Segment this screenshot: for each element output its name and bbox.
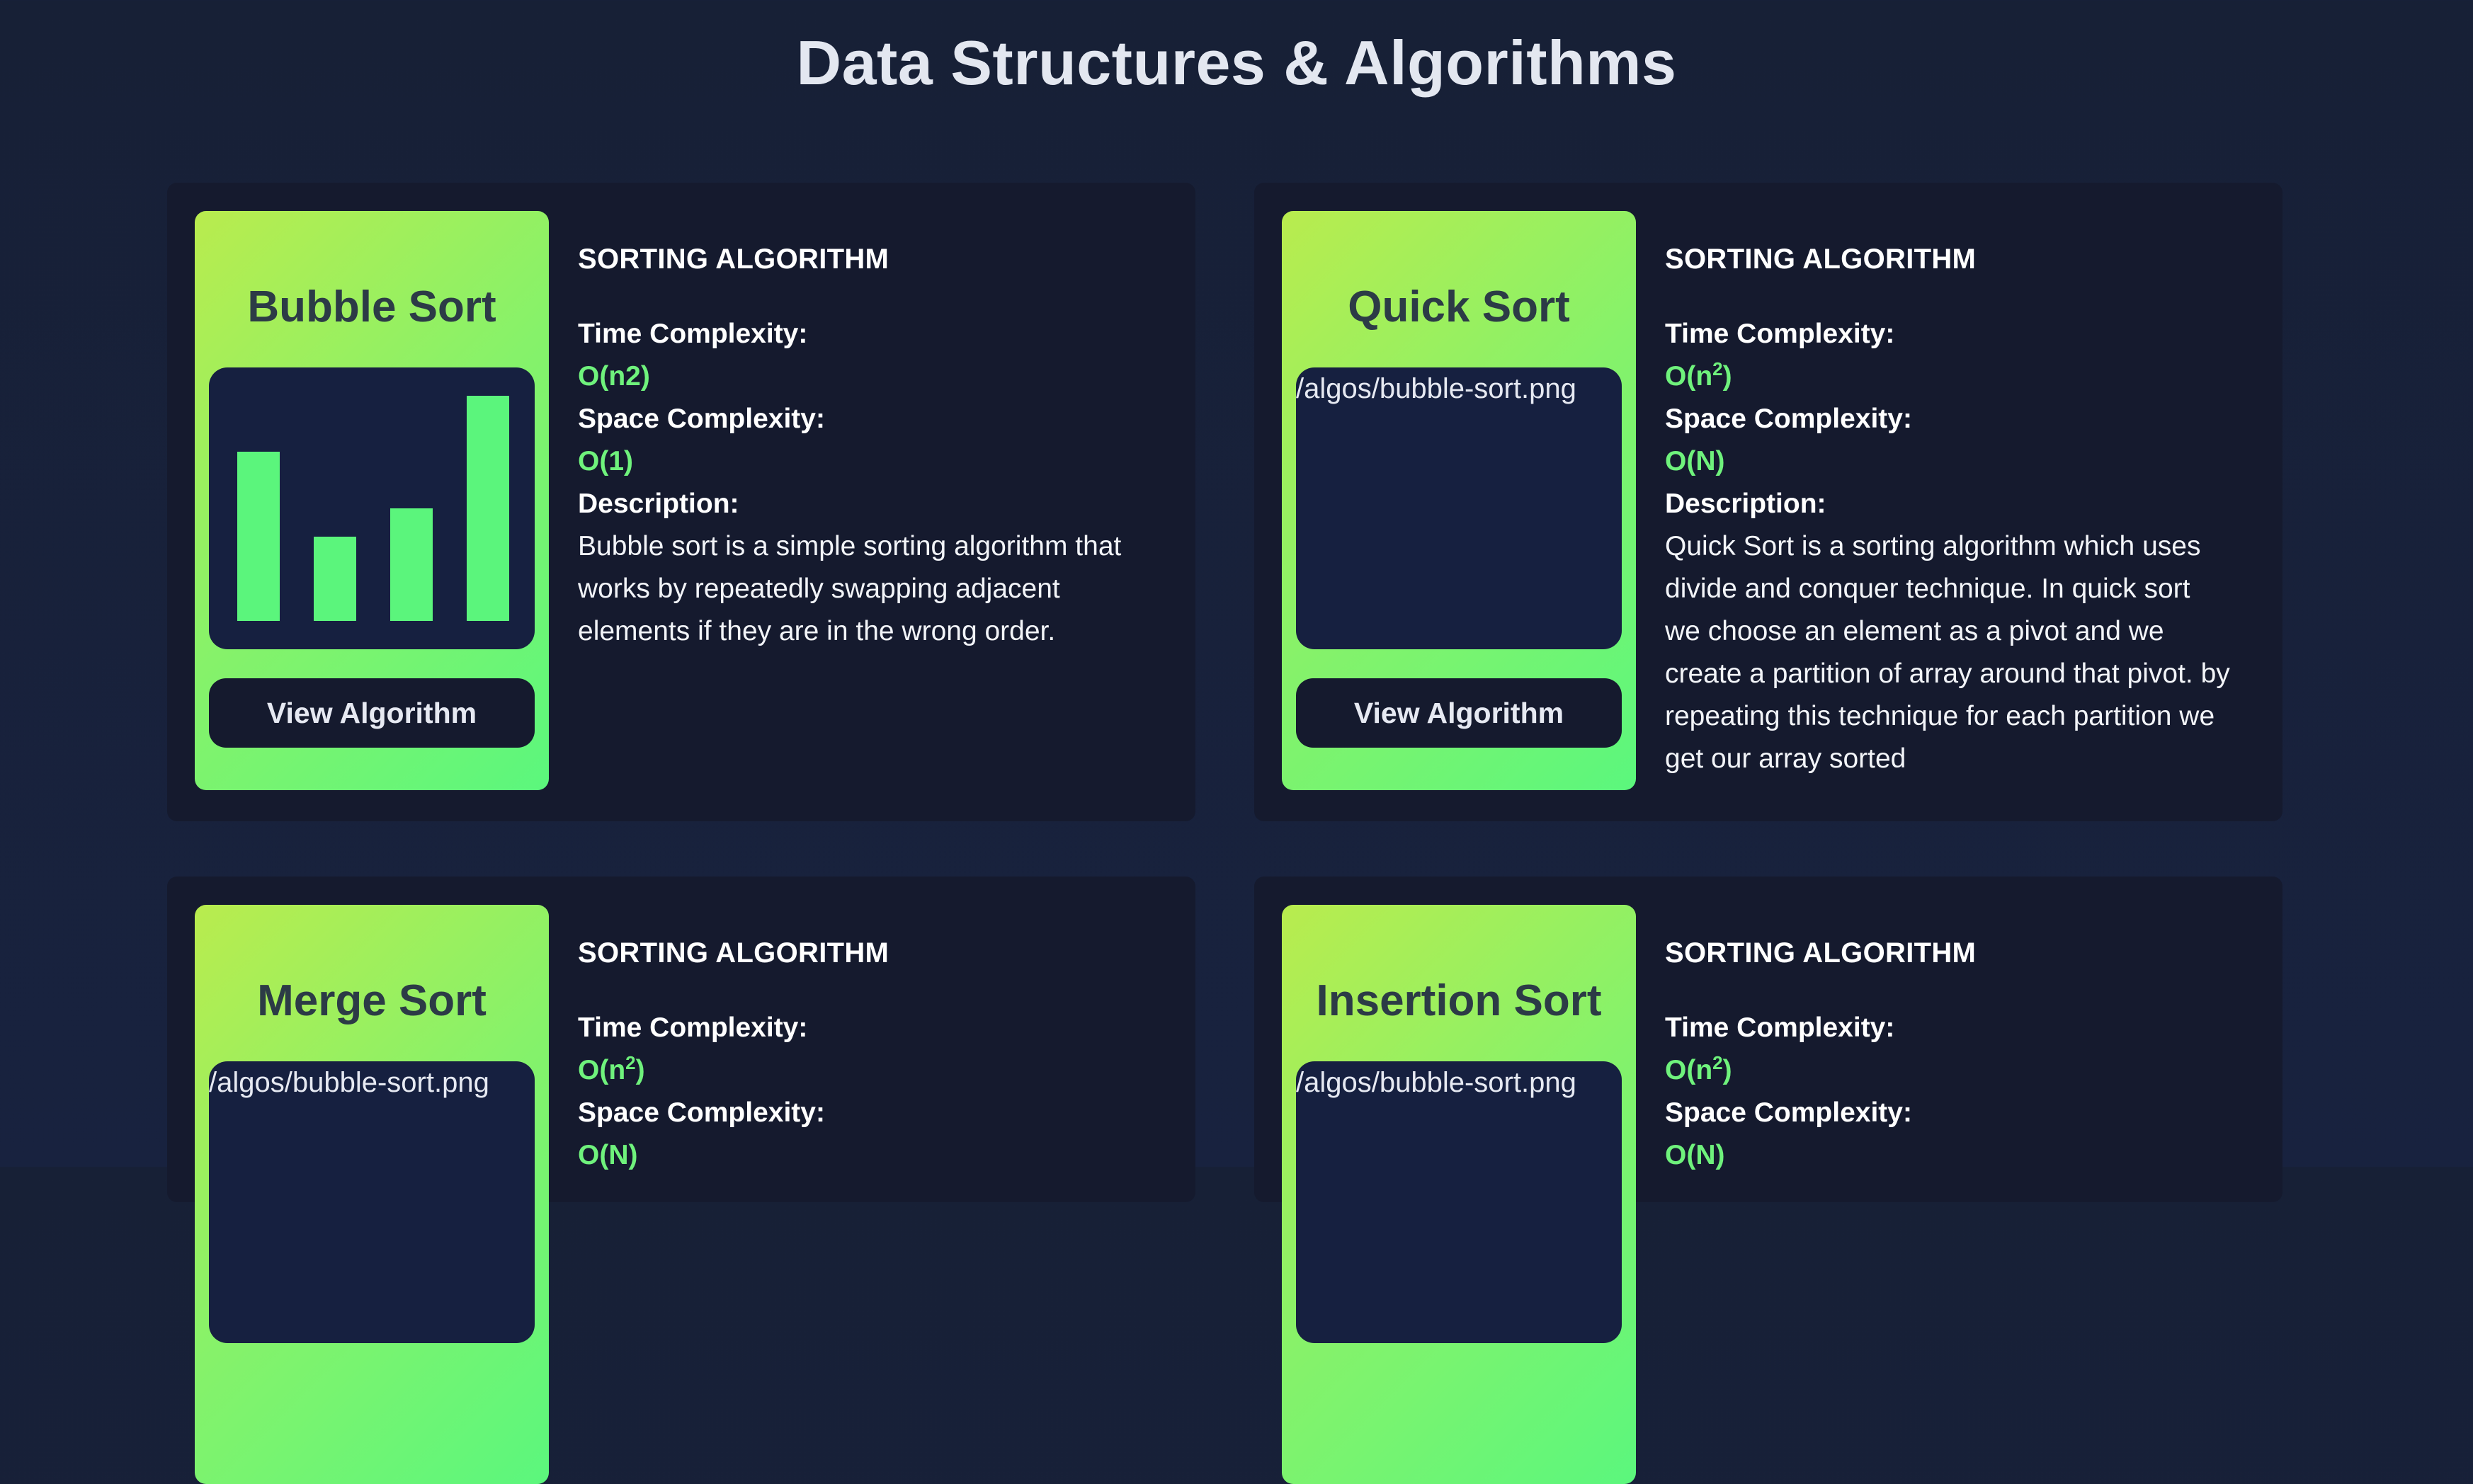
algorithm-thumbnail: Quick Sort /algos/bubble-sort.png View A… — [1282, 211, 1636, 790]
algorithm-info: SORTING ALGORITHM Time Complexity: O(n2)… — [1665, 242, 2232, 780]
category-label: SORTING ALGORITHM — [578, 937, 889, 969]
category-label: SORTING ALGORITHM — [1665, 244, 1977, 275]
time-complexity-label: Time Complexity: — [1665, 319, 1895, 349]
view-algorithm-button[interactable]: View Algorithm — [209, 678, 535, 748]
space-complexity-value: O(N) — [578, 1140, 638, 1170]
bar-4 — [467, 396, 509, 621]
bar-3 — [390, 508, 433, 621]
algorithm-info: SORTING ALGORITHM Time Complexity: O(n2)… — [1665, 936, 2232, 1177]
image-alt-text: /algos/bubble-sort.png — [1296, 1067, 1576, 1098]
broken-image: /algos/bubble-sort.png — [1296, 1061, 1622, 1343]
algorithm-card-merge-sort: Merge Sort /algos/bubble-sort.png SORTIN… — [167, 877, 1195, 1484]
description-text: Quick Sort is a sorting algorithm which … — [1665, 531, 2230, 774]
space-complexity-label: Space Complexity: — [578, 404, 825, 434]
space-complexity-value: O(N) — [1665, 1140, 1725, 1170]
algorithm-name: Merge Sort — [257, 976, 487, 1025]
time-complexity-label: Time Complexity: — [578, 1012, 808, 1043]
time-complexity-label: Time Complexity: — [1665, 1012, 1895, 1043]
algorithm-thumbnail: Bubble Sort View Algorithm — [195, 211, 549, 790]
image-alt-text: /algos/bubble-sort.png — [1296, 373, 1576, 404]
image-alt-text: /algos/bubble-sort.png — [209, 1067, 489, 1098]
bar-chart-icon — [209, 367, 535, 649]
description-label: Description: — [578, 489, 739, 519]
space-complexity-label: Space Complexity: — [578, 1097, 825, 1128]
algorithm-card-bubble-sort: Bubble Sort View Algorithm SORTING ALGOR… — [167, 183, 1195, 821]
algorithm-name: Quick Sort — [1348, 282, 1570, 331]
view-algorithm-button[interactable]: View Algorithm — [1296, 678, 1622, 748]
time-complexity-value: O(n2) — [1665, 358, 1732, 392]
time-complexity-value: O(n2) — [1665, 1052, 1732, 1085]
algorithm-name: Insertion Sort — [1316, 976, 1602, 1025]
space-complexity-value: O(1) — [578, 446, 633, 476]
algorithm-name: Bubble Sort — [247, 282, 496, 331]
bar-2 — [314, 537, 356, 621]
algorithm-info: SORTING ALGORITHM Time Complexity: O(n2)… — [578, 242, 1144, 653]
space-complexity-value: O(N) — [1665, 446, 1725, 476]
category-label: SORTING ALGORITHM — [578, 244, 889, 275]
algorithm-card-quick-sort: Quick Sort /algos/bubble-sort.png View A… — [1254, 183, 2282, 821]
space-complexity-label: Space Complexity: — [1665, 404, 1912, 434]
broken-image: /algos/bubble-sort.png — [1296, 367, 1622, 649]
algorithm-thumbnail: Merge Sort /algos/bubble-sort.png — [195, 905, 549, 1484]
time-complexity-value: O(n2) — [578, 1052, 645, 1085]
space-complexity-label: Space Complexity: — [1665, 1097, 1912, 1128]
page-title: Data Structures & Algorithms — [796, 28, 1677, 98]
algorithm-info: SORTING ALGORITHM Time Complexity: O(n2)… — [578, 936, 1144, 1177]
category-label: SORTING ALGORITHM — [1665, 937, 1977, 969]
bar-1 — [237, 452, 280, 621]
algorithm-thumbnail: Insertion Sort /algos/bubble-sort.png — [1282, 905, 1636, 1484]
time-complexity-value: O(n2) — [578, 361, 650, 392]
time-complexity-label: Time Complexity: — [578, 319, 808, 349]
algorithm-card-insertion-sort: Insertion Sort /algos/bubble-sort.png SO… — [1254, 877, 2282, 1484]
description-text: Bubble sort is a simple sorting algorith… — [578, 531, 1122, 646]
description-label: Description: — [1665, 489, 1826, 519]
broken-image: /algos/bubble-sort.png — [209, 1061, 535, 1343]
